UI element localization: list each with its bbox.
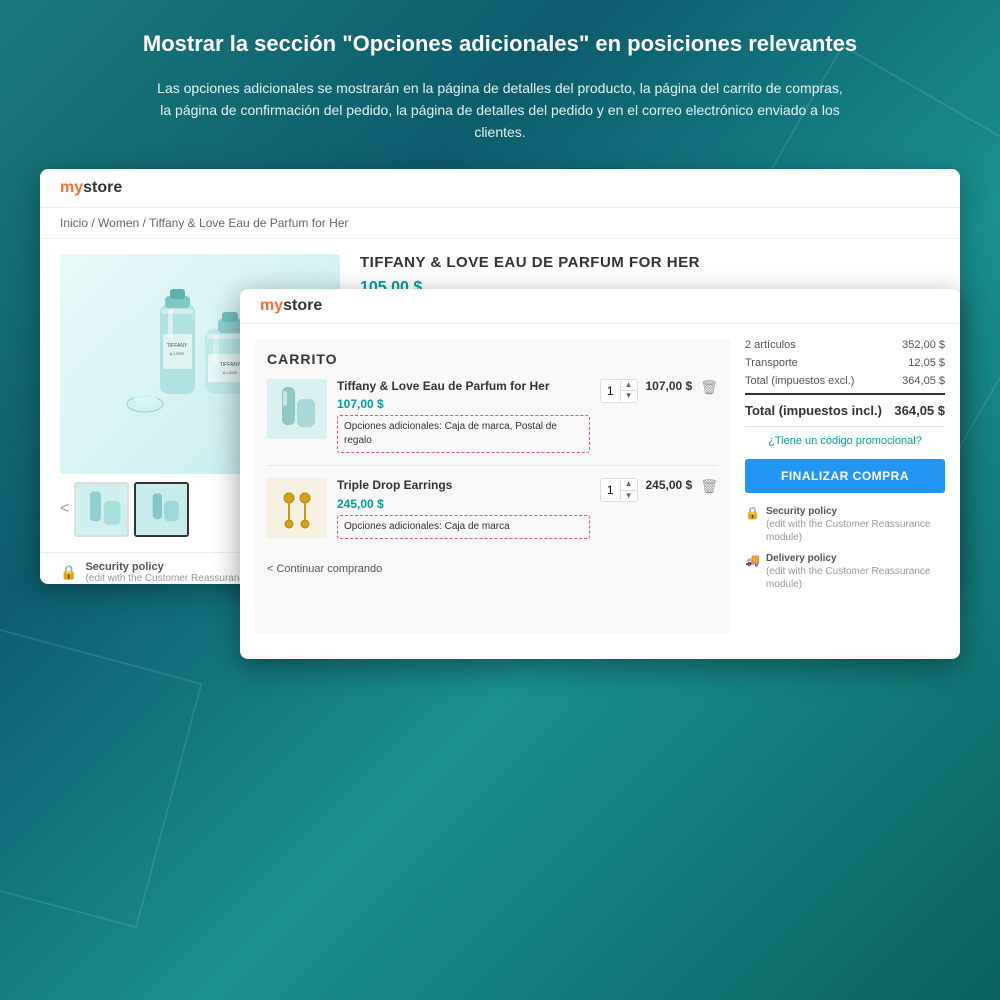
summary-lock-icon: 🔒 (745, 506, 760, 522)
breadcrumb-women[interactable]: Women (98, 216, 139, 230)
delivery-icon: 🚚 (745, 553, 760, 569)
store2-content: CARRITO Tiffany & Love Eau (240, 324, 960, 649)
cart-item2-qty-section: 1 ▲ ▼ 245,00 $ 🗑 (600, 478, 718, 502)
cart-item1-name: Tiffany & Love Eau de Parfum for Her (337, 379, 590, 395)
summary-items-row: 2 artículos 352,00 $ (745, 339, 945, 351)
cart-main: CARRITO Tiffany & Love Eau (255, 339, 730, 634)
page-subtitle: Las opciones adicionales se mostrarán en… (150, 77, 850, 144)
summary-transport-label: Transporte (745, 357, 798, 369)
thumbnail-2[interactable] (134, 482, 189, 537)
summary-security-subtitle: (edit with the Customer Reassurance modu… (766, 518, 945, 544)
summary-incl-value: 364,05 $ (894, 403, 945, 418)
cart-item2-details: Triple Drop Earrings 245,00 $ Opciones a… (337, 478, 590, 539)
breadcrumb: Inicio / Women / Tiffany & Love Eau de P… (40, 208, 960, 239)
cart-title: CARRITO (267, 351, 718, 367)
cart-item1-opciones: Opciones adicionales: Caja de marca, Pos… (337, 415, 590, 453)
store1-logo: mystore (60, 179, 122, 197)
cart-item1-qty[interactable]: 1 ▲ ▼ (600, 379, 638, 403)
cart-summary: 2 artículos 352,00 $ Transporte 12,05 $ … (745, 339, 945, 634)
lock-icon: 🔒 (60, 564, 77, 581)
breadcrumb-product: Tiffany & Love Eau de Parfum for Her (149, 216, 348, 230)
cart-item1-delete-icon[interactable]: 🗑 (700, 379, 718, 396)
cart-item1-qty-up[interactable]: ▲ (621, 380, 637, 391)
store2-logo-store: store (283, 297, 322, 314)
cart-item2-qty-down[interactable]: ▼ (621, 491, 637, 501)
store2-header: mystore (240, 289, 960, 324)
summary-excl-row: Total (impuestos excl.) 364,05 $ (745, 375, 945, 387)
cart-item1-qty-arrows: ▲ ▼ (621, 380, 637, 402)
cart-item2-qty-up[interactable]: ▲ (621, 479, 637, 490)
summary-transport-row: Transporte 12,05 $ (745, 357, 945, 369)
cart-item2-delete-icon[interactable]: 🗑 (700, 478, 718, 495)
cart-item1-price: 107,00 $ (337, 397, 590, 411)
cart-item1-image (267, 379, 327, 439)
screenshots-container: mystore Inicio / Women / Tiffany & Love … (40, 169, 960, 669)
summary-security-title: Security policy (766, 505, 945, 518)
summary-security-policy: 🔒 Security policy (edit with the Custome… (745, 505, 945, 544)
summary-incl-label: Total (impuestos incl.) (745, 403, 882, 418)
continuar-comprando-link[interactable]: Continuar comprando (267, 563, 718, 575)
logo-my: my (60, 179, 83, 196)
svg-text:TIFFANY: TIFFANY (220, 362, 241, 368)
summary-security-text: Security policy (edit with the Customer … (766, 505, 945, 544)
promo-code-link[interactable]: ¿Tiene un código promocional? (745, 435, 945, 447)
summary-delivery-policy: 🚚 Delivery policy (edit with the Custome… (745, 552, 945, 591)
summary-excl-label: Total (impuestos excl.) (745, 375, 854, 387)
summary-transport-value: 12,05 $ (908, 357, 945, 369)
cart-item2-price: 245,00 $ (337, 497, 590, 511)
cart-item1-qty-value: 1 (601, 381, 621, 401)
cart-item2-opciones: Opciones adicionales: Caja de marca (337, 515, 590, 539)
cart-page-window: mystore CARRITO (240, 289, 960, 659)
store2-logo-my: my (260, 297, 283, 314)
cart-item1-line-price: 107,00 $ (646, 379, 693, 393)
cart-item1-qty-section: 1 ▲ ▼ 107,00 $ 🗑 (600, 379, 718, 403)
summary-excl-value: 364,05 $ (902, 375, 945, 387)
cart-item2-image (267, 478, 327, 538)
svg-text:TIFFANY: TIFFANY (167, 343, 188, 349)
svg-text:& LOVE: & LOVE (170, 351, 185, 356)
cart-item-2: Triple Drop Earrings 245,00 $ Opciones a… (267, 478, 718, 551)
summary-items-label: 2 artículos (745, 339, 796, 351)
cart-item2-qty[interactable]: 1 ▲ ▼ (600, 478, 638, 502)
store2-logo: mystore (260, 297, 940, 315)
cart-item2-name: Triple Drop Earrings (337, 478, 590, 494)
summary-items-value: 352,00 $ (902, 339, 945, 351)
thumbnail-1[interactable] (74, 482, 129, 537)
summary-delivery-text: Delivery policy (edit with the Customer … (766, 552, 945, 591)
cart-item-1: Tiffany & Love Eau de Parfum for Her 107… (267, 379, 718, 467)
cart-item1-qty-down[interactable]: ▼ (621, 391, 637, 401)
breadcrumb-sep1: / (91, 216, 94, 230)
breadcrumb-sep2: / (143, 216, 146, 230)
product-title: TIFFANY & LOVE EAU DE PARFUM FOR HER (360, 254, 940, 271)
cart-item2-line-price: 245,00 $ (646, 478, 693, 492)
summary-delivery-subtitle: (edit with the Customer Reassurance modu… (766, 565, 945, 591)
breadcrumb-inicio[interactable]: Inicio (60, 216, 88, 230)
summary-delivery-title: Delivery policy (766, 552, 945, 565)
finalizar-compra-button[interactable]: FINALIZAR COMPRA (745, 459, 945, 493)
cart-item2-qty-value: 1 (601, 480, 621, 500)
cart-item1-details: Tiffany & Love Eau de Parfum for Her 107… (337, 379, 590, 454)
logo-store: store (83, 179, 122, 196)
page-title: Mostrar la sección "Opciones adicionales… (40, 30, 960, 59)
cart-item2-qty-arrows: ▲ ▼ (621, 479, 637, 501)
store1-header: mystore (40, 169, 960, 208)
thumb-prev-arrow[interactable]: < (60, 500, 69, 518)
summary-incl-row: Total (impuestos incl.) 364,05 $ (745, 393, 945, 427)
svg-text:& LOVE: & LOVE (223, 370, 238, 375)
